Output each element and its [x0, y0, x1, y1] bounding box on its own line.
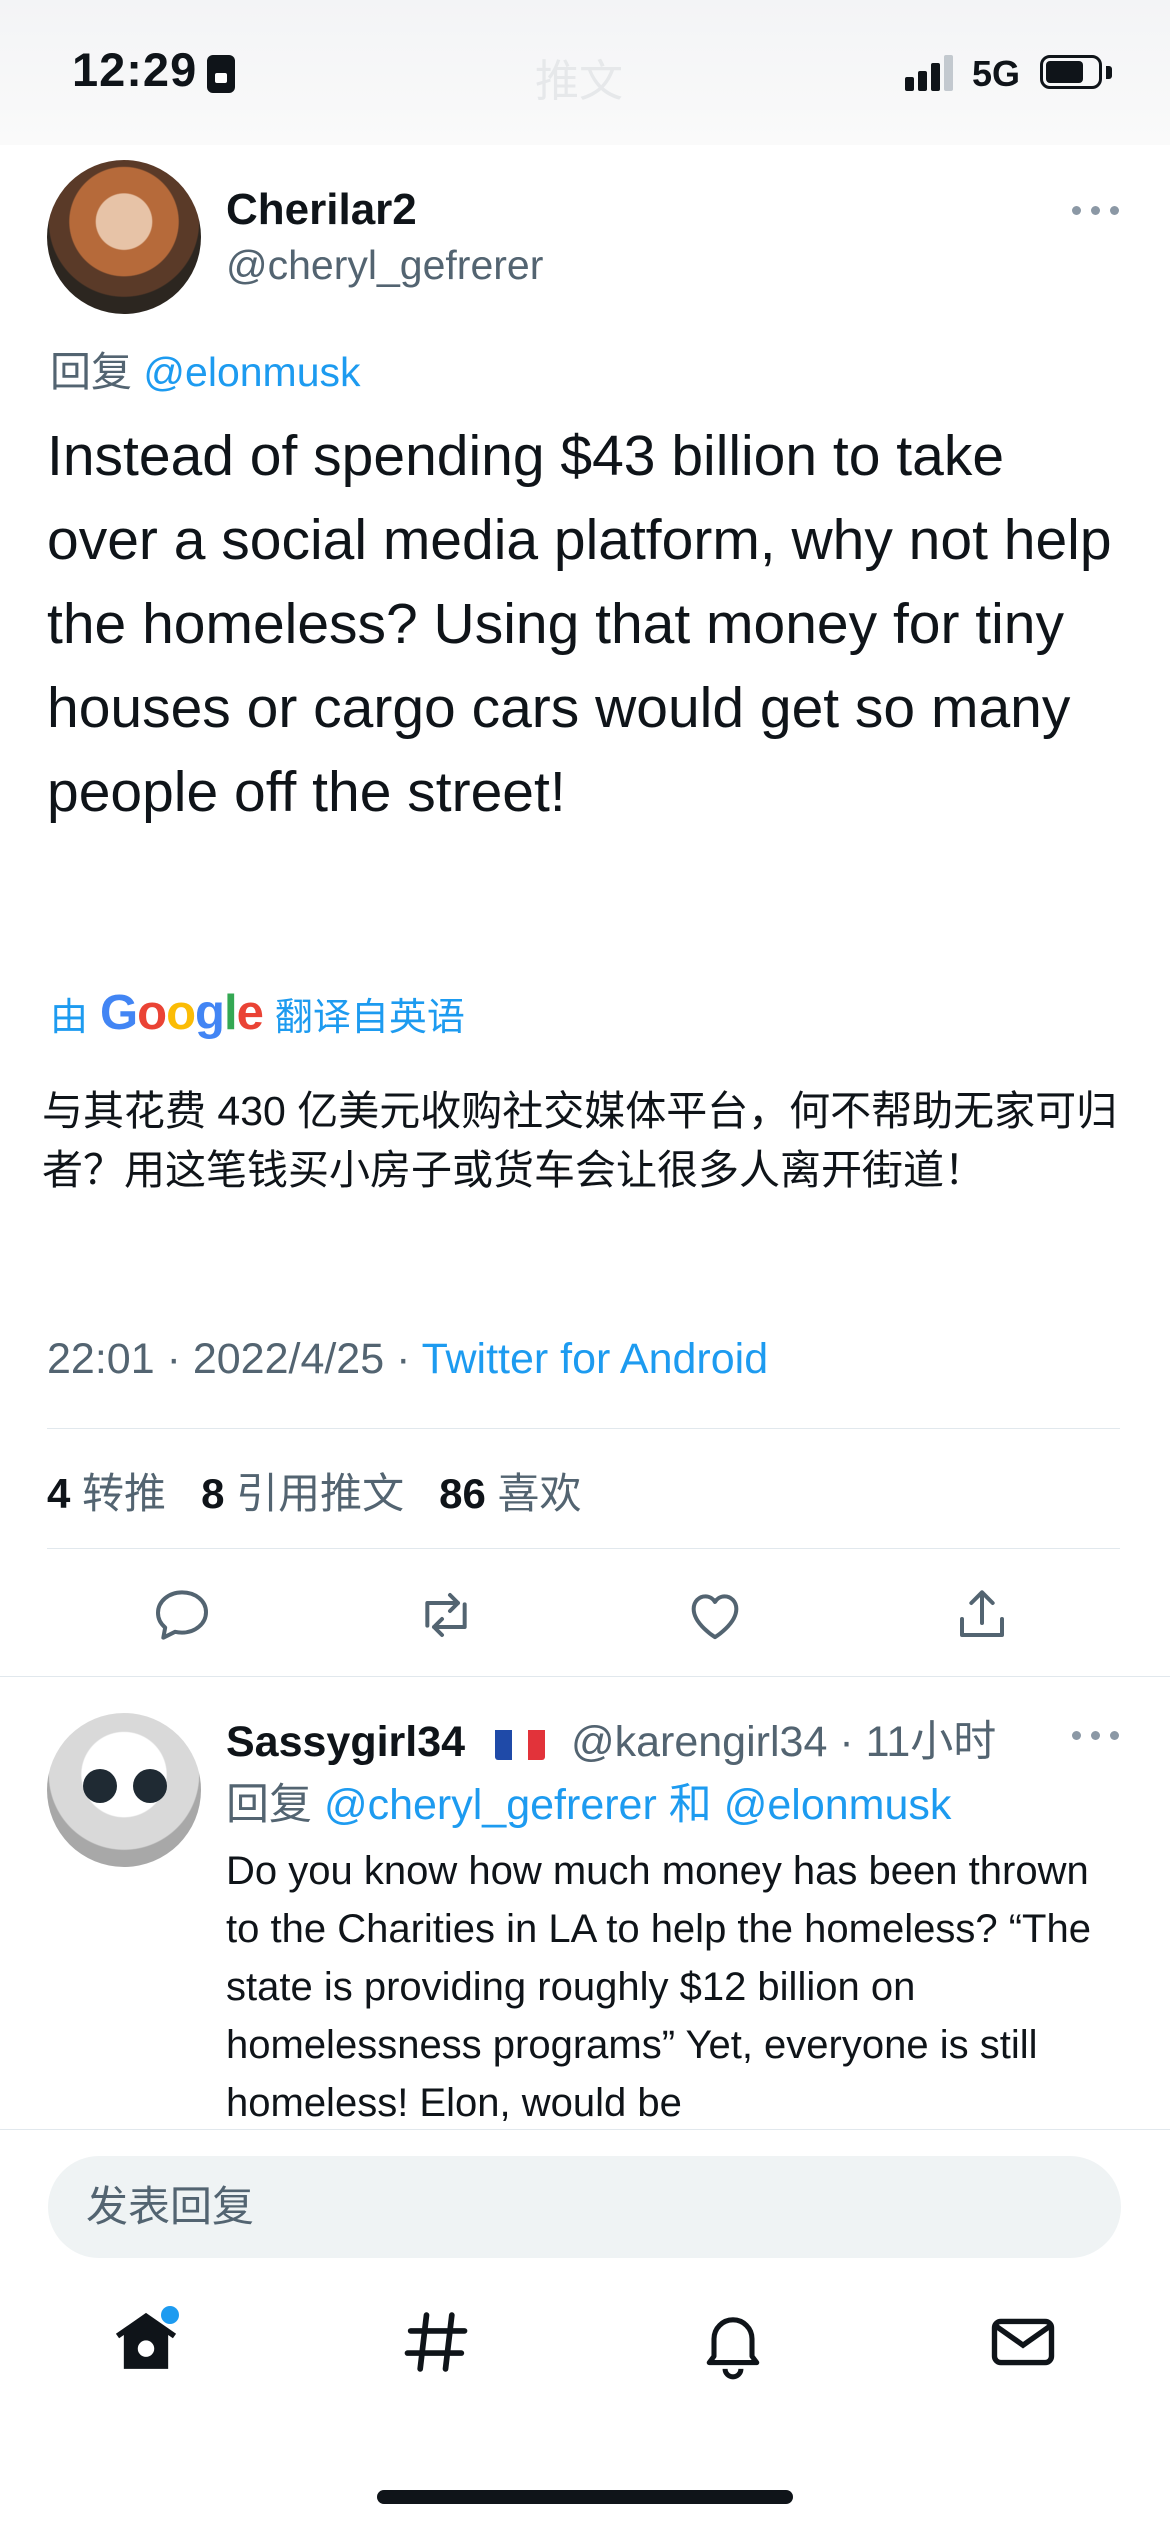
divider: [47, 1428, 1120, 1429]
mail-icon[interactable]: [985, 2304, 1061, 2380]
screen-title: 推文: [535, 57, 623, 106]
home-indicator[interactable]: [377, 2490, 793, 2504]
like-icon[interactable]: [683, 1583, 747, 1647]
tweet-actions: [0, 1583, 1170, 1647]
like-count[interactable]: 86: [439, 1470, 486, 1517]
tweet-date: 2022/4/25: [192, 1335, 385, 1383]
reply-prefix: 回复: [50, 349, 132, 395]
meta-separator: ·: [396, 1335, 422, 1383]
reply-to-mention[interactable]: @elonmusk: [143, 349, 360, 395]
reply-text: Do you know how much money has been thro…: [226, 1849, 1091, 2125]
translation-attribution[interactable]: 由 Google 翻译自英语: [50, 985, 465, 1041]
quote-label[interactable]: 引用推文: [236, 1470, 404, 1517]
france-flag-icon: [495, 1726, 545, 1760]
author-avatar[interactable]: [47, 160, 201, 314]
retweet-label[interactable]: 转推: [82, 1470, 166, 1517]
translated-by-suffix: 翻译自英语: [274, 996, 465, 1039]
quote-count[interactable]: 8: [201, 1470, 224, 1517]
translation-text: 与其花费 430 亿美元收购社交媒体平台，何不帮助无家可归者？用这笔钱买小房子或…: [42, 1088, 1118, 1193]
divider: [0, 1676, 1170, 1677]
reply-author-avatar[interactable]: [47, 1713, 201, 1867]
reply-prefix: 回复: [226, 1781, 312, 1829]
reply-replying-to: 回复 @cheryl_gefrerer 和 @elonmusk: [226, 1770, 951, 1832]
network-type: 5G: [972, 53, 1021, 94]
reply-header: Sassygirl34 @karengirl34 · 11小时: [226, 1707, 996, 1769]
bell-icon[interactable]: [695, 2304, 771, 2380]
translated-by-prefix: 由: [50, 996, 89, 1039]
reply-handle[interactable]: @karengirl34: [571, 1718, 827, 1766]
hashtag-icon[interactable]: [398, 2304, 474, 2380]
tweet-text: Instead of spending $43 billion to take …: [47, 424, 1112, 824]
reply-separator: ·: [839, 1718, 866, 1766]
more-options-icon[interactable]: [1072, 206, 1120, 218]
meta-separator: ·: [166, 1335, 193, 1383]
reply-conjunction: 和: [668, 1781, 712, 1829]
reply-mention-2[interactable]: @elonmusk: [724, 1781, 952, 1829]
author-handle[interactable]: @cheryl_gefrerer: [226, 242, 543, 289]
tweet-meta: 22:01 · 2022/4/25 · Twitter for Android: [47, 1335, 768, 1384]
replying-to: 回复 @elonmusk: [50, 338, 361, 398]
tweet-source[interactable]: Twitter for Android: [422, 1335, 769, 1383]
reply-more-options-icon[interactable]: [1072, 1731, 1120, 1743]
signal-icon: [905, 55, 957, 91]
retweet-count[interactable]: 4: [47, 1470, 70, 1517]
home-notification-dot: [161, 2306, 179, 2324]
status-time: 12:29: [72, 43, 198, 96]
reply-icon[interactable]: [150, 1583, 214, 1647]
reply-compose-input[interactable]: [48, 2156, 1121, 2258]
reply-time: 11小时: [865, 1718, 997, 1766]
tweet-time: 22:01: [47, 1335, 155, 1383]
author-display-name[interactable]: Cherilar2: [226, 185, 417, 235]
tweet-stats: 4 转推 8 引用推文 86 喜欢: [47, 1460, 582, 1521]
retweet-icon[interactable]: [414, 1583, 478, 1647]
battery-icon: [1040, 55, 1102, 89]
tweet-detail-screen: 12:29 推文 5G Cherilar2 @cheryl_gefrerer 回…: [0, 0, 1170, 2532]
share-icon[interactable]: [950, 1583, 1014, 1647]
reply-display-name[interactable]: Sassygirl34: [226, 1718, 465, 1766]
like-label[interactable]: 喜欢: [498, 1470, 582, 1517]
google-logo: Google: [100, 986, 264, 1040]
reply-mention-1[interactable]: @cheryl_gefrerer: [324, 1781, 657, 1829]
divider: [47, 1548, 1120, 1549]
battery-cap: [1106, 66, 1112, 79]
status-bar: 12:29 推文 5G: [0, 0, 1170, 145]
sim-card-icon: [207, 55, 235, 93]
